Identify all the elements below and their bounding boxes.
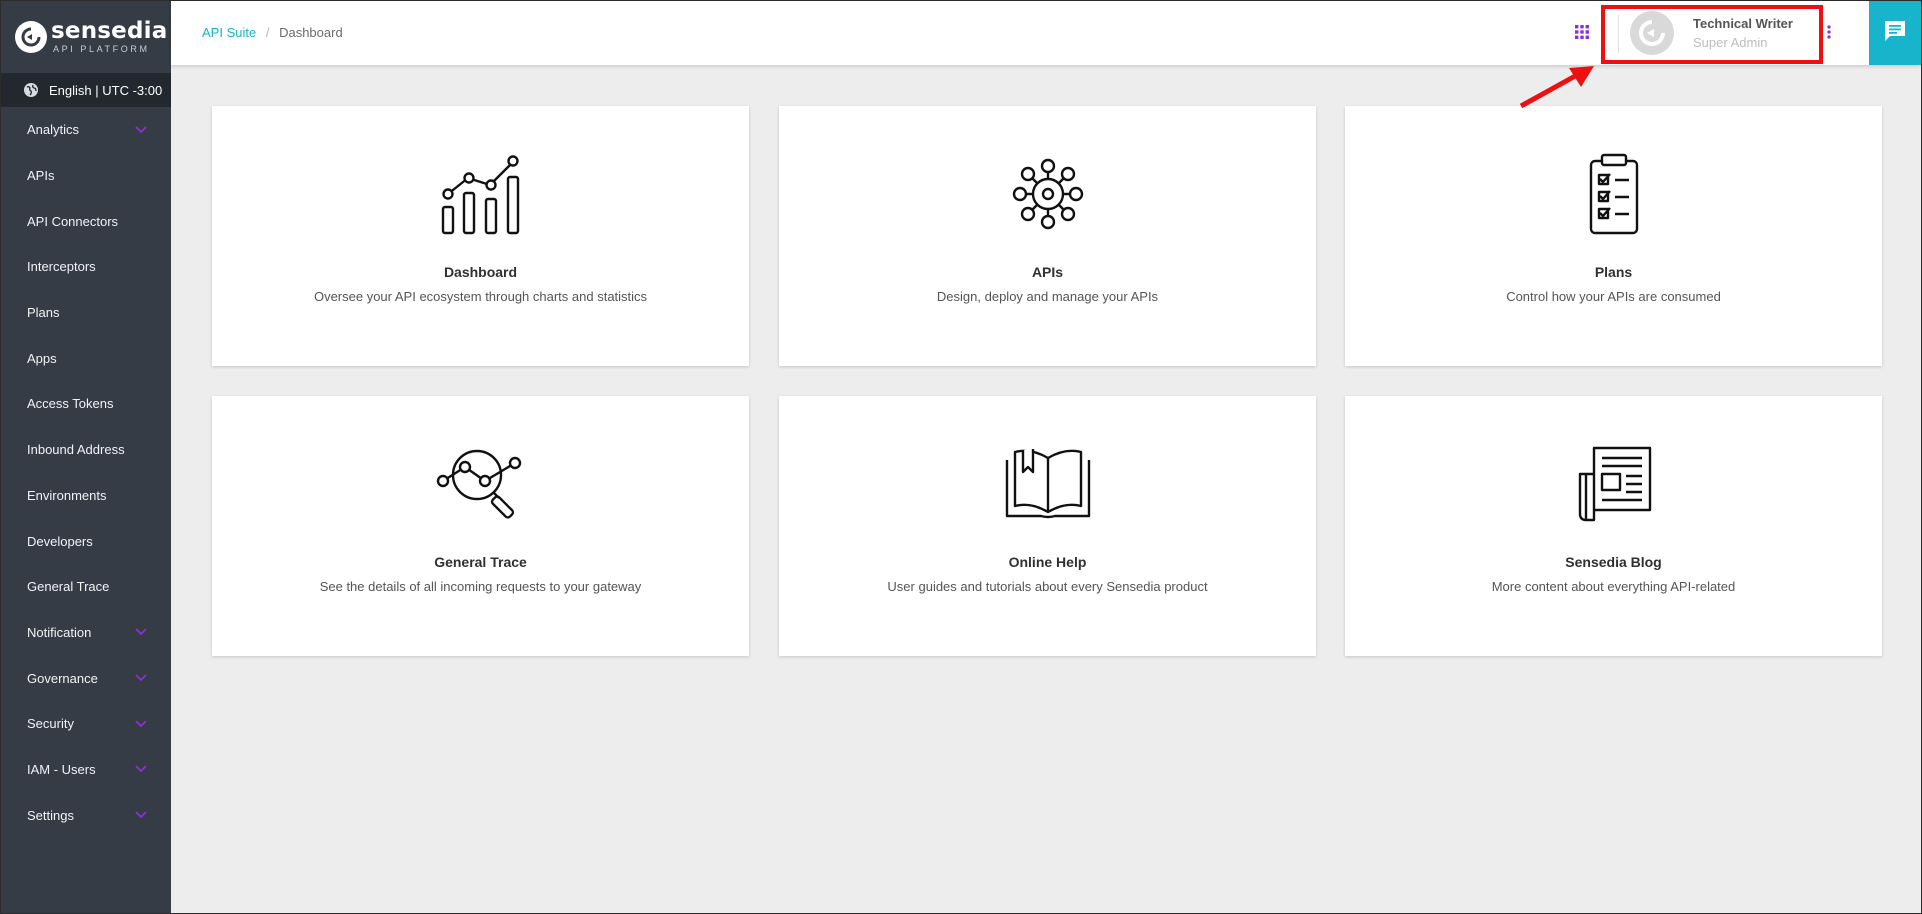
sidebar-item-label: General Trace xyxy=(27,579,110,595)
breadcrumb-current: Dashboard xyxy=(279,25,343,40)
more-options-icon[interactable] xyxy=(1827,25,1831,44)
sidebar-item-access-tokens[interactable]: Access Tokens xyxy=(1,381,171,427)
chevron-down-icon xyxy=(135,628,147,636)
sidebar-item-label: Interceptors xyxy=(27,259,96,275)
sidebar-item-iam-users[interactable]: IAM - Users xyxy=(1,747,171,793)
breadcrumb-separator: / xyxy=(265,25,270,40)
chevron-down-icon xyxy=(135,126,147,134)
card-general-trace[interactable]: General Trace See the details of all inc… xyxy=(212,396,749,656)
annotation-arrow-icon xyxy=(1517,63,1599,116)
sidebar-item-general-trace[interactable]: General Trace xyxy=(1,564,171,610)
card-description: Control how your APIs are consumed xyxy=(1506,289,1721,304)
locale-selector[interactable]: English | UTC -3:00 xyxy=(1,73,171,107)
card-title: Dashboard xyxy=(443,264,518,280)
chat-button[interactable] xyxy=(1869,1,1921,65)
sidebar-item-apis[interactable]: APIs xyxy=(1,153,171,199)
card-plans[interactable]: Plans Control how your APIs are consumed xyxy=(1345,106,1882,366)
chevron-down-icon xyxy=(135,674,147,682)
card-description: See the details of all incoming requests… xyxy=(319,579,642,594)
open-book-icon xyxy=(779,441,1316,527)
card-title: Online Help xyxy=(1008,554,1087,570)
annotation-highlight-box xyxy=(1601,5,1823,64)
sidebar-item-label: APIs xyxy=(27,168,55,184)
sidebar-item-environments[interactable]: Environments xyxy=(1,473,171,519)
sidebar-item-analytics[interactable]: Analytics xyxy=(1,107,171,153)
card-description: Design, deploy and manage your APIs xyxy=(936,289,1159,304)
card-description: More content about everything API-relate… xyxy=(1491,579,1736,594)
chevron-down-icon xyxy=(135,765,147,773)
brand-subtitle: API PLATFORM xyxy=(53,44,150,54)
clipboard-checklist-icon xyxy=(1345,151,1882,237)
sidebar-item-label: Environments xyxy=(27,487,107,503)
card-sensedia-blog[interactable]: Sensedia Blog More content about everyth… xyxy=(1345,396,1882,656)
sidebar-item-label: Apps xyxy=(27,350,57,366)
card-dashboard[interactable]: Dashboard Oversee your API ecosystem thr… xyxy=(212,106,749,366)
card-description: Oversee your API ecosystem through chart… xyxy=(313,289,648,304)
card-description: User guides and tutorials about every Se… xyxy=(887,579,1208,594)
sidebar-item-label: Inbound Address xyxy=(27,442,125,458)
card-title: General Trace xyxy=(434,554,527,570)
apps-grid-icon[interactable] xyxy=(1575,25,1589,39)
newspaper-icon xyxy=(1345,441,1882,527)
breadcrumb: API Suite / Dashboard xyxy=(202,25,343,40)
sidebar-item-label: Settings xyxy=(27,807,74,823)
sidebar-item-notification[interactable]: Notification xyxy=(1,610,171,656)
sensedia-logo[interactable]: sensedia API PLATFORM xyxy=(1,1,171,73)
sidebar-item-api-connectors[interactable]: API Connectors xyxy=(1,198,171,244)
globe-icon xyxy=(23,82,39,98)
sidebar-item-label: Notification xyxy=(27,624,92,640)
card-online-help[interactable]: Online Help User guides and tutorials ab… xyxy=(779,396,1316,656)
sensedia-logo-icon xyxy=(15,21,47,53)
sidebar-item-label: Governance xyxy=(27,670,98,686)
chevron-down-icon xyxy=(135,720,147,728)
card-apis[interactable]: APIs Design, deploy and manage your APIs xyxy=(779,106,1316,366)
locale-label: English | UTC -3:00 xyxy=(49,82,163,98)
gear-network-icon xyxy=(779,151,1316,237)
sidebar-item-label: Developers xyxy=(27,533,93,549)
breadcrumb-root-link[interactable]: API Suite xyxy=(202,25,256,40)
sidebar-item-label: Security xyxy=(27,716,74,732)
sidebar-item-developers[interactable]: Developers xyxy=(1,518,171,564)
sidebar-item-governance[interactable]: Governance xyxy=(1,655,171,701)
sidebar-item-inbound-address[interactable]: Inbound Address xyxy=(1,427,171,473)
sidebar-item-label: Plans xyxy=(27,305,60,321)
sidebar-item-plans[interactable]: Plans xyxy=(1,290,171,336)
card-title: Plans xyxy=(1594,264,1633,280)
sidebar-item-label: Access Tokens xyxy=(27,396,114,412)
sidebar-item-label: Analytics xyxy=(27,122,80,138)
sidebar-item-interceptors[interactable]: Interceptors xyxy=(1,244,171,290)
sidebar-item-label: IAM - Users xyxy=(27,761,96,777)
magnifier-trace-icon xyxy=(212,441,749,527)
chart-icon xyxy=(212,151,749,237)
card-title: APIs xyxy=(1031,264,1064,280)
chevron-down-icon xyxy=(135,811,147,819)
sidebar-item-security[interactable]: Security xyxy=(1,701,171,747)
brand-name: sensedia xyxy=(51,18,168,44)
sidebar: sensedia API PLATFORM English | UTC -3:0… xyxy=(1,1,171,913)
sidebar-nav: Analytics APIs API Connectors Intercepto… xyxy=(1,107,171,838)
sidebar-item-settings[interactable]: Settings xyxy=(1,792,171,838)
card-title: Sensedia Blog xyxy=(1565,554,1662,570)
sidebar-item-apps[interactable]: Apps xyxy=(1,335,171,381)
sidebar-item-label: API Connectors xyxy=(27,213,119,229)
chat-icon xyxy=(1883,19,1907,48)
